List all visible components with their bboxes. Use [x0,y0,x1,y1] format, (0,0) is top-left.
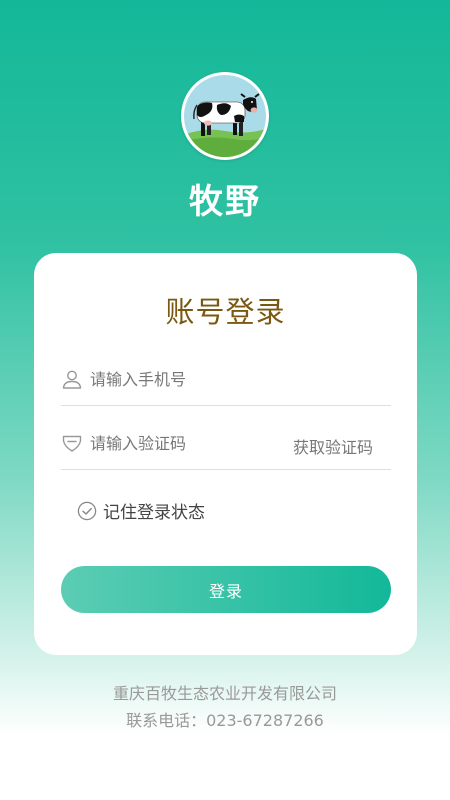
code-input[interactable] [90,428,280,458]
get-code-button[interactable]: 获取验证码 [293,434,373,458]
phone-input[interactable] [90,364,280,394]
footer: 重庆百牧生态农业开发有限公司 联系电话：023-67287266 [0,680,450,734]
remember-login-toggle[interactable]: 记住登录状态 [77,498,205,523]
phone-field [61,356,391,406]
login-card: 账号登录 获取验证码 记住登录状态 登录 [34,253,417,655]
check-circle-icon[interactable] [77,501,97,521]
app-logo [181,72,269,160]
code-field: 获取验证码 [61,420,391,470]
remember-login-label: 记住登录状态 [103,503,205,523]
contact-phone: 联系电话：023-67287266 [126,711,324,730]
cow-logo-icon [184,75,266,157]
user-icon [61,368,83,390]
company-name: 重庆百牧生态农业开发有限公司 [112,684,337,703]
app-name: 牧野 [189,182,261,222]
login-title: 账号登录 [165,295,286,329]
shield-icon [61,432,83,454]
login-button[interactable]: 登录 [61,566,391,613]
